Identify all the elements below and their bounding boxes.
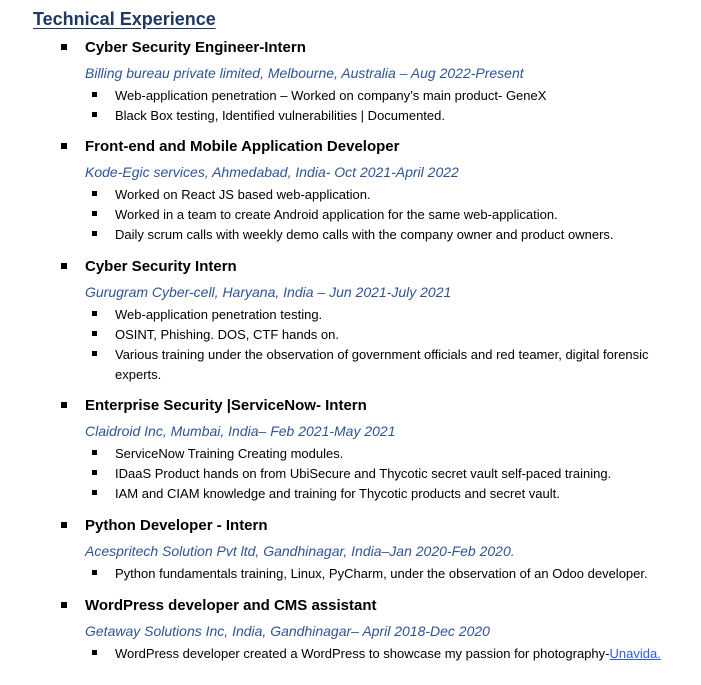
job-company-dates: Gurugram Cyber-cell, Haryana, India – Ju… bbox=[85, 284, 452, 300]
job-bullet-icon bbox=[61, 602, 67, 608]
bullet-text: Web-application penetration – Worked on … bbox=[115, 88, 547, 103]
bullet-icon bbox=[92, 191, 97, 196]
list-item: OSINT, Phishing. DOS, CTF hands on. bbox=[0, 325, 701, 345]
resume-page: Technical Experience Cyber Security Engi… bbox=[0, 0, 701, 685]
list-item: Web-application penetration testing. bbox=[0, 305, 701, 325]
bullet-text: Daily scrum calls with weekly demo calls… bbox=[115, 227, 614, 242]
bullet-text: Web-application penetration testing. bbox=[115, 307, 323, 322]
list-item: Worked in a team to create Android appli… bbox=[0, 205, 701, 225]
list-item: ServiceNow Training Creating modules. bbox=[0, 444, 701, 464]
job-company-dates: Kode-Egic services, Ahmedabad, India- Oc… bbox=[85, 164, 459, 180]
job-company-dates: Acespritech Solution Pvt ltd, Gandhinaga… bbox=[85, 543, 515, 559]
bullet-icon bbox=[92, 92, 97, 97]
bullet-icon bbox=[92, 331, 97, 336]
job-bullets: Worked on React JS based web-application… bbox=[0, 185, 701, 245]
bullet-icon bbox=[92, 650, 97, 655]
unavida-link[interactable]: Unavida. bbox=[609, 646, 660, 661]
job-company-dates: Billing bureau private limited, Melbourn… bbox=[85, 65, 524, 81]
job-bullets: Web-application penetration – Worked on … bbox=[0, 86, 701, 126]
bullet-icon bbox=[92, 112, 97, 117]
job-bullet-icon bbox=[61, 44, 67, 50]
list-item: WordPress developer created a WordPress … bbox=[0, 644, 701, 664]
bullet-text: OSINT, Phishing. DOS, CTF hands on. bbox=[115, 327, 339, 342]
job-title: Python Developer - Intern bbox=[85, 517, 268, 534]
job-company-dates: Claidroid Inc, Mumbai, India– Feb 2021-M… bbox=[85, 423, 396, 439]
job-title: WordPress developer and CMS assistant bbox=[85, 597, 377, 614]
bullet-text: IAM and CIAM knowledge and training for … bbox=[115, 486, 560, 501]
job-title: Cyber Security Engineer-Intern bbox=[85, 39, 306, 56]
bullet-text: ServiceNow Training Creating modules. bbox=[115, 446, 344, 461]
list-item: Various training under the observation o… bbox=[0, 345, 701, 385]
bullet-icon bbox=[92, 351, 97, 356]
job-title: Enterprise Security |ServiceNow- Intern bbox=[85, 397, 367, 414]
bullet-text-main: WordPress developer created a WordPress … bbox=[115, 646, 610, 661]
list-item: Black Box testing, Identified vulnerabil… bbox=[0, 106, 701, 126]
bullet-icon bbox=[92, 450, 97, 455]
list-item: IDaaS Product hands on from UbiSecure an… bbox=[0, 464, 701, 484]
bullet-icon bbox=[92, 470, 97, 475]
job-bullets: Web-application penetration testing. OSI… bbox=[0, 305, 701, 385]
bullet-text: IDaaS Product hands on from UbiSecure an… bbox=[115, 466, 612, 481]
bullet-text: WordPress developer created a WordPress … bbox=[115, 644, 675, 664]
bullet-text: Worked on React JS based web-application… bbox=[115, 187, 371, 202]
job-title: Cyber Security Intern bbox=[85, 258, 237, 275]
job-bullet-icon bbox=[61, 402, 67, 408]
bullet-text: Python fundamentals training, Linux, PyC… bbox=[115, 566, 648, 581]
job-bullets: ServiceNow Training Creating modules. ID… bbox=[0, 444, 701, 504]
job-bullets: WordPress developer created a WordPress … bbox=[0, 644, 701, 664]
bullet-icon bbox=[92, 490, 97, 495]
job-bullets: Python fundamentals training, Linux, PyC… bbox=[0, 564, 701, 584]
job-bullet-icon bbox=[61, 263, 67, 269]
job-bullet-icon bbox=[61, 143, 67, 149]
bullet-icon bbox=[92, 311, 97, 316]
list-item: Web-application penetration – Worked on … bbox=[0, 86, 701, 106]
job-bullet-icon bbox=[61, 522, 67, 528]
bullet-text: Black Box testing, Identified vulnerabil… bbox=[115, 108, 445, 123]
list-item: Daily scrum calls with weekly demo calls… bbox=[0, 225, 701, 245]
job-title: Front-end and Mobile Application Develop… bbox=[85, 138, 400, 155]
bullet-icon bbox=[92, 211, 97, 216]
list-item: IAM and CIAM knowledge and training for … bbox=[0, 484, 701, 504]
bullet-icon bbox=[92, 570, 97, 575]
section-title: Technical Experience bbox=[33, 9, 216, 29]
job-company-dates: Getaway Solutions Inc, India, Gandhinaga… bbox=[85, 623, 490, 639]
bullet-text: Various training under the observation o… bbox=[115, 347, 649, 382]
bullet-icon bbox=[92, 231, 97, 236]
list-item: Worked on React JS based web-application… bbox=[0, 185, 701, 205]
bullet-text: Worked in a team to create Android appli… bbox=[115, 207, 558, 222]
list-item: Python fundamentals training, Linux, PyC… bbox=[0, 564, 701, 584]
